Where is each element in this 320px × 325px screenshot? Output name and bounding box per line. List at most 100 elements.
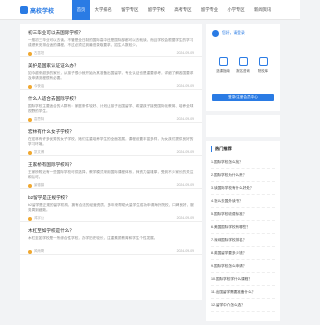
- avatar: [28, 249, 32, 254]
- nav-item-news[interactable]: 新闻资讯: [249, 0, 276, 20]
- author-name: 嘉思特: [34, 117, 45, 121]
- article-title[interactable]: 王家桥有国际学校吗？: [28, 162, 194, 168]
- nav-item-study-abroad[interactable]: 留学专区: [117, 0, 144, 20]
- greeting: 您好，请登录: [212, 30, 274, 37]
- article-meta: 凯文博 2024-09-09: [28, 150, 194, 155]
- hot-list-item[interactable]: 9.国际学校怎么申请？: [211, 260, 275, 273]
- avatar: [28, 216, 32, 221]
- article-title[interactable]: 初三毕业可以去国际学校？: [28, 30, 194, 36]
- avatar: [28, 51, 32, 56]
- article-author: 鸿宇公: [28, 216, 44, 221]
- article-summary: 如今越来越多的家长，从孩子很小就开始为其准备出国留学，专业认证也是重要参考，详细…: [28, 71, 194, 80]
- article-title[interactable]: 什么人适合去国际学校？: [28, 96, 194, 102]
- quick-link-label: 院校库: [257, 69, 269, 73]
- avatar: [28, 183, 32, 188]
- hot-list-item[interactable]: 4.怎么去国外读书？: [211, 195, 275, 208]
- avatar: [28, 117, 32, 122]
- article-date: 2024-09-09: [176, 117, 194, 121]
- article-author: 景德镇: [28, 183, 44, 188]
- article-author: 今夜话: [28, 84, 44, 89]
- quick-link-course-guide[interactable]: 选课指南: [214, 57, 232, 73]
- article-author: 嘉思特: [28, 117, 44, 122]
- sidebar: 您好，请登录 选课指南 报名咨询 院校库 登录/注册会员中心 热门推荐 1.国际…: [206, 24, 280, 325]
- article-meta: 鸿宇公 2024-09-09: [28, 216, 194, 221]
- article-summary: 国际学校主要适合的人群有：家庭条件较好、计划让孩子出国留学、希望孩子接受国际化教…: [28, 104, 194, 113]
- hot-list-title: 热门推荐: [211, 146, 275, 152]
- article-meta: 风雨哥 2024-09-09: [28, 249, 194, 254]
- school-icon: [258, 57, 268, 66]
- user-avatar-icon: [212, 30, 219, 37]
- user-panel: 您好，请登录 选课指南 报名咨询 院校库 登录/注册会员中心: [206, 24, 280, 111]
- document-icon: [238, 57, 248, 66]
- site-name: 高校学校: [30, 8, 55, 15]
- article-summary: 木杠至如学校是一所综合性学校，办学历史较长，注重素质教育和学生个性发展。: [28, 236, 158, 240]
- list-item[interactable]: 王家桥有国际学校吗？ 王家桥附近有一些国际学校可供选择，教学模式采用国际课程体系…: [20, 156, 202, 189]
- hot-list-item[interactable]: 1.国际学校怎么找？: [211, 156, 275, 169]
- article-author: 风雨哥: [28, 249, 44, 254]
- quick-link-label: 报名咨询: [236, 69, 250, 73]
- hot-list-item[interactable]: 8.英国留学要多少钱？: [211, 247, 275, 260]
- article-summary: 一般初三毕业可以去读。不管是全日制的国际高中还是国际部都可以去就读，而且学校会根…: [28, 38, 194, 47]
- hot-list-item[interactable]: 6.美国国际学校有哪些？: [211, 221, 275, 234]
- list-item[interactable]: 初三毕业可以去国际学校？ 一般初三毕业可以去读。不管是全日制的国际高中还是国际部…: [20, 24, 202, 57]
- article-meta: 古墨坦 2024-09-09: [28, 51, 194, 56]
- hot-list-item[interactable]: 5.国际学校收费标准？: [211, 208, 275, 221]
- login-button[interactable]: 登录/注册会员中心: [212, 94, 274, 101]
- quick-link-consult[interactable]: 报名咨询: [234, 57, 252, 73]
- main-nav: 首页 大学排名 留学专区 留学学校 高考专区 留学专业 小学专区 新闻资讯: [72, 0, 276, 20]
- nav-item-university-ranking[interactable]: 大学排名: [90, 0, 117, 20]
- nav-item-abroad-majors[interactable]: 留学专业: [196, 0, 223, 20]
- author-name: 鸿宇公: [34, 216, 45, 220]
- author-name: 古墨坦: [34, 51, 45, 55]
- avatar: [28, 150, 32, 155]
- book-icon: [218, 57, 228, 66]
- hot-list-item[interactable]: 10.国际学校学什么课程？: [211, 273, 275, 286]
- top-navbar: 高校学校 首页 大学排名 留学专区 留学学校 高考专区 留学专业 小学专区 新闻…: [0, 0, 300, 20]
- avatar: [28, 84, 32, 89]
- article-date: 2024-09-09: [176, 51, 194, 55]
- hot-list: 热门推荐 1.国际学校怎么找？ 2.国际学校为什么贵？ 3.读国际学校有什么好处…: [206, 141, 280, 321]
- nav-item-home[interactable]: 首页: [72, 0, 90, 20]
- article-date: 2024-09-09: [176, 84, 194, 88]
- greeting-text: 您好，请登录: [222, 31, 245, 35]
- nav-item-gaokao[interactable]: 高考专区: [170, 0, 197, 20]
- list-item[interactable]: 什么人适合去国际学校？ 国际学校主要适合的人群有：家庭条件较好、计划让孩子出国留…: [20, 90, 202, 123]
- article-list: 初三毕业可以去国际学校？ 一般初三毕业可以去读。不管是全日制的国际高中还是国际部…: [20, 24, 202, 300]
- logo-icon: [20, 6, 28, 14]
- article-meta: 嘉思特 2024-09-09: [28, 117, 194, 122]
- article-meta: 景德镇 2024-09-09: [28, 183, 194, 188]
- list-item[interactable]: b2留学是正规学校？ b2留学是正规的留学机构，拥有合法的经营资质，多年来帮助大…: [20, 189, 202, 222]
- hot-list-item[interactable]: 2.国际学校为什么贵？: [211, 169, 275, 182]
- article-title[interactable]: 宏林有什么女子学校？: [28, 129, 194, 135]
- nav-item-abroad-schools[interactable]: 留学学校: [143, 0, 170, 20]
- hot-list-item[interactable]: 7.深圳国际学校排名？: [211, 234, 275, 247]
- author-name: 今夜话: [34, 84, 45, 88]
- article-summary: 王家桥附近有一些国际学校可供选择，教学模式采用国际课程体系，师资力量雄厚，受到不…: [28, 170, 194, 179]
- quick-links: 选课指南 报名咨询 院校库: [212, 57, 274, 73]
- article-title[interactable]: b2留学是正规学校？: [28, 195, 194, 201]
- quick-link-label: 选课指南: [216, 69, 230, 73]
- article-date: 2024-09-09: [176, 216, 194, 220]
- article-summary: 在宏林有许多优秀的女子学校，她们注重培养学生的全面发展，课程设置丰富多样，为女孩…: [28, 137, 194, 146]
- article-date: 2024-09-09: [176, 150, 194, 154]
- list-item[interactable]: 宏林有什么女子学校？ 在宏林有许多优秀的女子学校，她们注重培养学生的全面发展，课…: [20, 123, 202, 156]
- list-item[interactable]: 美护是国家认证证么办？ 如今越来越多的家长，从孩子很小就开始为其准备出国留学，专…: [20, 57, 202, 90]
- article-title[interactable]: 美护是国家认证证么办？: [28, 63, 194, 69]
- site-logo[interactable]: 高校学校: [20, 5, 54, 15]
- hot-list-item[interactable]: 11.出国留学需要准备什么？: [211, 286, 275, 299]
- ad-banner[interactable]: [206, 115, 280, 137]
- author-name: 景德镇: [34, 183, 45, 187]
- quick-link-school-db[interactable]: 院校库: [254, 57, 272, 73]
- hot-list-item[interactable]: 12.留学中介怎么选？: [211, 299, 275, 312]
- hot-list-item[interactable]: 3.读国际学校有什么好处？: [211, 182, 275, 195]
- nav-item-primary-school[interactable]: 小学专区: [223, 0, 250, 20]
- article-author: 古墨坦: [28, 51, 44, 56]
- author-name: 凯文博: [34, 150, 45, 154]
- list-item[interactable]: 木杠至如学校是什么？ 木杠至如学校是一所综合性学校，办学历史较长，注重素质教育和…: [20, 222, 202, 255]
- article-author: 凯文博: [28, 150, 44, 155]
- article-summary: b2留学是正规的留学机构，拥有合法的经营资质，多年来帮助大量学生成功申请海外院校…: [28, 203, 194, 212]
- author-name: 风雨哥: [34, 249, 45, 253]
- article-meta: 今夜话 2024-09-09: [28, 84, 194, 89]
- article-date: 2024-09-09: [176, 249, 194, 253]
- article-title[interactable]: 木杠至如学校是什么？: [28, 228, 194, 234]
